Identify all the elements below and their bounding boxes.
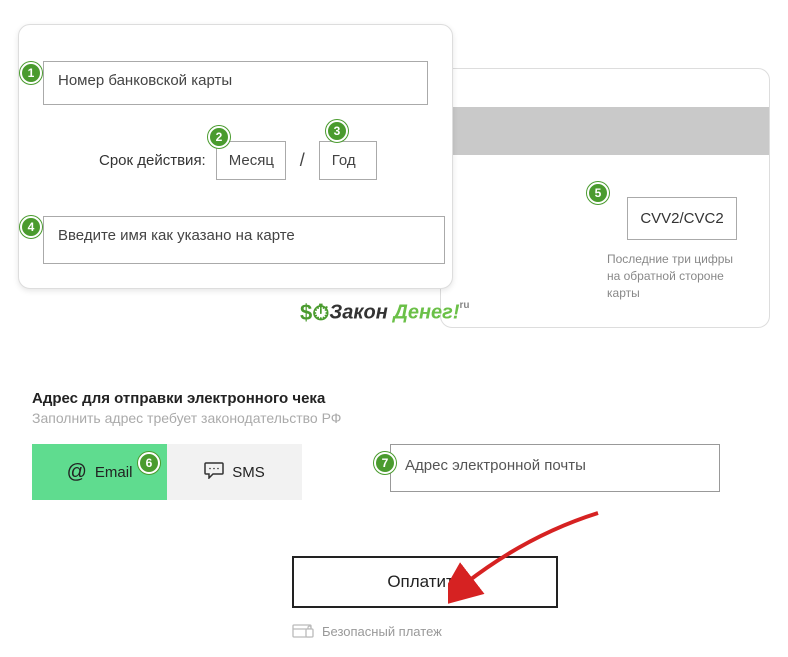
clock-dollar-icon: $⏱: [300, 300, 329, 326]
badge-1: 1: [20, 62, 42, 84]
expiry-month-input[interactable]: Месяц: [216, 141, 286, 180]
logo-text-2: Денег!: [393, 301, 459, 323]
lock-card-icon: [292, 622, 314, 641]
email-input[interactable]: Адрес электронной почты: [390, 444, 720, 492]
tabs-row: @ Email SMS Адрес электронной почты: [32, 444, 752, 500]
receipt-section: Адрес для отправки электронного чека Зап…: [32, 390, 752, 500]
cvv-input[interactable]: CVV2/CVC2: [627, 197, 737, 240]
tab-email-label: Email: [95, 464, 133, 481]
receipt-title: Адрес для отправки электронного чека: [32, 390, 752, 407]
expiry-label: Срок действия:: [99, 152, 206, 169]
badge-2: 2: [208, 126, 230, 148]
cardholder-name-input[interactable]: Введите имя как указано на карте: [43, 216, 445, 264]
chat-icon: [204, 461, 224, 484]
expiry-row: Срок действия: Месяц / Год: [43, 141, 428, 180]
badge-7: 7: [374, 452, 396, 474]
badge-6: 6: [138, 452, 160, 474]
badge-5: 5: [587, 182, 609, 204]
badge-3: 3: [326, 120, 348, 142]
secure-label: Безопасный платеж: [322, 624, 442, 639]
receipt-subtitle: Заполнить адрес требует законодательство…: [32, 410, 752, 426]
card-front: Номер банковской карты Срок действия: Ме…: [18, 24, 453, 289]
tab-sms-label: SMS: [232, 464, 265, 481]
site-logo: $⏱Закон Денег!ru: [300, 300, 469, 326]
card-number-input[interactable]: Номер банковской карты: [43, 61, 428, 105]
expiry-separator: /: [290, 150, 315, 171]
logo-ru: ru: [459, 300, 469, 311]
card-magstripe: [441, 107, 769, 155]
at-icon: @: [67, 461, 87, 484]
arrow-annotation: [448, 505, 608, 605]
expiry-year-input[interactable]: Год: [319, 141, 377, 180]
cvv-hint: Последние три цифры на обратной стороне …: [607, 251, 737, 301]
badge-4: 4: [20, 216, 42, 238]
tab-sms[interactable]: SMS: [167, 444, 302, 500]
secure-payment-row: Безопасный платеж: [292, 622, 442, 641]
logo-text-1: Закон: [329, 301, 393, 323]
